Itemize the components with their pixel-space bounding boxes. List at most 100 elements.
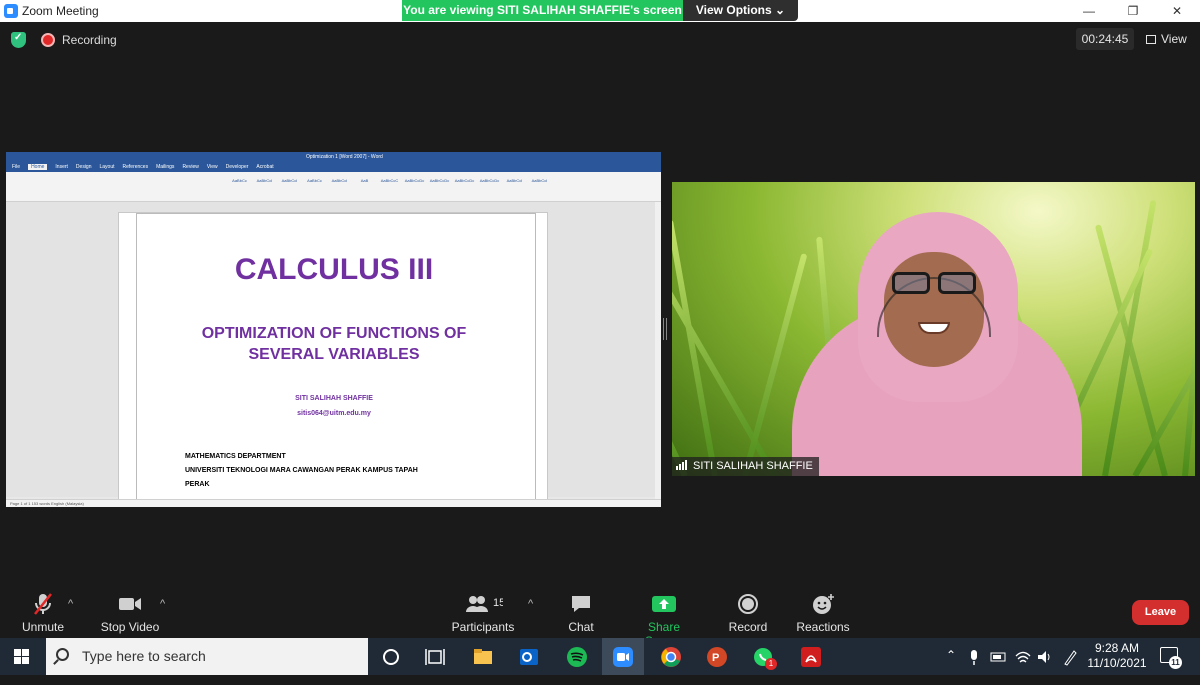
search-icon	[56, 648, 69, 661]
windows-logo-pane	[14, 657, 21, 664]
share-screen-icon	[652, 596, 676, 612]
stop-video-label: Stop Video	[100, 620, 160, 634]
subheading-line-1: OPTIMIZATION OF FUNCTIONS OF	[201, 325, 467, 342]
view-options-label: View Options	[695, 3, 772, 17]
word-tab-developer[interactable]: Developer	[226, 164, 249, 170]
ribbon-style-item[interactable]: AaBbCcI	[528, 178, 551, 192]
chat-label: Chat	[568, 620, 594, 634]
recording-indicator-icon	[41, 33, 55, 47]
document-subheading: OPTIMIZATION OF FUNCTIONS OF SEVERAL VAR…	[119, 323, 549, 365]
tray-expand-icon[interactable]: ⌃	[946, 648, 960, 685]
ribbon-style-item[interactable]: AaBbCcC	[378, 178, 401, 192]
word-tab-insert[interactable]: Insert	[55, 164, 68, 170]
video-options-caret-icon[interactable]: ^	[160, 598, 165, 610]
spotify-icon[interactable]	[566, 646, 588, 668]
ribbon-style-item[interactable]: AaBbCcDc	[428, 178, 451, 192]
ribbon-style-item[interactable]: AaB	[353, 178, 376, 192]
ribbon-style-item[interactable]: AaBbCcI	[328, 178, 351, 192]
view-options-button[interactable]: View Options ⌄	[683, 0, 798, 21]
reactions-label: Reactions	[796, 620, 850, 634]
view-label: View	[1161, 32, 1187, 46]
word-tab-references[interactable]: References	[123, 164, 149, 170]
unmute-button[interactable]: Unmute	[16, 592, 70, 634]
file-explorer-icon[interactable]	[472, 646, 494, 668]
ribbon-style-item[interactable]: AaBbCcDc	[478, 178, 501, 192]
ribbon-style-item[interactable]: AaBbCc	[228, 178, 251, 192]
whatsapp-badge: 1	[765, 658, 777, 670]
word-tab-review[interactable]: Review	[182, 164, 198, 170]
svg-text:P: P	[712, 652, 719, 664]
minimize-button[interactable]: —	[1066, 0, 1112, 22]
subheading-line-2: SEVERAL VARIABLES	[248, 346, 420, 363]
zoom-taskbar-icon[interactable]	[612, 646, 634, 668]
participants-label: Participants	[451, 620, 515, 634]
word-tab-design[interactable]: Design	[76, 164, 92, 170]
powerpoint-icon[interactable]: P	[706, 646, 728, 668]
word-ribbon-tabs: File Home Insert Design Layout References Mail…	[6, 163, 661, 172]
audio-options-caret-icon[interactable]: ^	[68, 598, 73, 610]
record-button[interactable]: Record	[726, 592, 770, 634]
cortana-icon[interactable]	[380, 646, 402, 668]
word-tab-file[interactable]: File	[12, 164, 20, 170]
word-tab-mailings[interactable]: Mailings	[156, 164, 174, 170]
tray-microphone-icon[interactable]	[966, 646, 982, 668]
task-view-icon[interactable]	[424, 646, 446, 668]
record-label: Record	[728, 620, 768, 634]
word-title-bar: Optimization 1 [Word 2007] - Word	[6, 152, 661, 163]
taskbar-search-input[interactable]: Type here to search	[46, 638, 368, 675]
close-button[interactable]: ✕	[1154, 0, 1200, 22]
word-tab-acrobat[interactable]: Acrobat	[256, 164, 273, 170]
document-area: CALCULUS III OPTIMIZATION OF FUNCTIONS O…	[6, 202, 661, 507]
word-ribbon: AaBbCc AaBbCcI AaBbCcI AaBbCc AaBbCcI AaB AaBb…	[6, 172, 661, 202]
glasses-left-lens	[892, 272, 930, 294]
ribbon-style-item[interactable]: AaBbCcDc	[403, 178, 426, 192]
restore-button[interactable]: ❐	[1110, 0, 1156, 22]
participants-options-caret-icon[interactable]: ^	[528, 598, 533, 610]
battery-icon[interactable]	[990, 646, 1008, 668]
ribbon-style-item[interactable]: AaBbCcDc	[453, 178, 476, 192]
document-email: sitis064@uitm.edu.my	[297, 410, 371, 417]
encryption-shield-icon[interactable]	[11, 32, 26, 48]
window-title: Zoom Meeting	[22, 4, 99, 18]
document-scrollbar[interactable]	[655, 202, 661, 499]
ribbon-style-item[interactable]: AaBbCcI	[503, 178, 526, 192]
ribbon-style-item[interactable]: AaBbCcI	[253, 178, 276, 192]
pen-icon[interactable]	[1062, 646, 1078, 668]
clock-date: 11/10/2021	[1087, 656, 1147, 670]
wifi-icon[interactable]	[1014, 646, 1032, 668]
ribbon-style-item[interactable]: AaBbCc	[303, 178, 326, 192]
grid-icon	[1146, 35, 1156, 44]
participant-count: 15	[493, 597, 503, 609]
start-button[interactable]	[0, 638, 44, 675]
document-state: PERAK	[185, 481, 210, 488]
participant-video-tile[interactable]: SITI SALIHAH SHAFFIE	[672, 182, 1195, 476]
window-titlebar: Zoom Meeting You are viewing SITI SALIHA…	[0, 0, 1200, 22]
chat-button[interactable]: Chat	[562, 592, 600, 634]
taskbar-clock[interactable]: 9:28 AM 11/10/2021	[1086, 641, 1148, 671]
document-university: UNIVERSITI TEKNOLOGI MARA CAWANGAN PERAK…	[185, 467, 418, 474]
view-layout-button[interactable]: View	[1140, 28, 1192, 50]
meeting-timer: 00:24:45	[1076, 28, 1134, 50]
acrobat-icon[interactable]	[800, 646, 822, 668]
outlook-icon[interactable]	[518, 646, 540, 668]
participants-icon: 15	[466, 596, 503, 612]
microphone-muted-icon	[34, 593, 52, 615]
ribbon-style-item[interactable]: AaBbCcI	[278, 178, 301, 192]
chrome-icon[interactable]	[660, 646, 682, 668]
zoom-app-icon	[4, 4, 18, 18]
stop-video-button[interactable]: Stop Video	[98, 592, 162, 634]
word-tab-home[interactable]: Home	[28, 164, 48, 170]
connection-signal-icon	[676, 458, 688, 476]
document-heading: CALCULUS III	[234, 253, 434, 286]
leave-meeting-button[interactable]: Leave	[1132, 600, 1189, 625]
windows-logo-icon	[14, 649, 21, 656]
windows-taskbar: Type here to search P 1 ⌃ 9:28 AM 11/10/…	[0, 638, 1200, 675]
volume-icon[interactable]	[1036, 646, 1054, 668]
participant-name: SITI SALIHAH SHAFFIE	[693, 460, 813, 472]
word-tab-view[interactable]: View	[207, 164, 218, 170]
reactions-button[interactable]: Reactions	[796, 592, 850, 634]
panel-resize-handle[interactable]	[663, 318, 667, 340]
glasses	[890, 272, 978, 294]
word-tab-layout[interactable]: Layout	[100, 164, 115, 170]
participants-button[interactable]: 15 Participants	[448, 592, 518, 634]
